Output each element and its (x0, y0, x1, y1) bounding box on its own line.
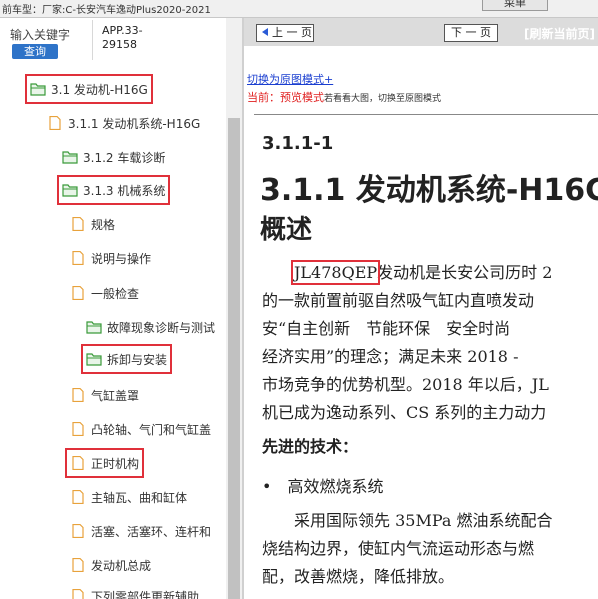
refresh-page-link[interactable]: [刷新当前页] (524, 25, 595, 42)
document-icon (72, 217, 84, 231)
tree-item-fault-diagnosis[interactable]: 故障现象诊断与测试 (86, 317, 215, 337)
current-mode-value: 预览模式 (280, 91, 324, 104)
tree-item-mechanical-system[interactable]: 3.1.3 机械系统 (56, 175, 171, 205)
document-icon (72, 558, 84, 572)
engine-code: JL478QEP (291, 260, 381, 285)
intro-line-4: 经济实用”的理念；满足未来 2018 - (262, 347, 519, 366)
tree-item-label: 气缸盖罩 (91, 388, 140, 403)
tree-item-onboard-diagnostics[interactable]: 3.1.2 车载诊断 (62, 147, 165, 167)
overview-heading: 概述 (260, 215, 313, 245)
document-icon (72, 251, 84, 265)
prev-page-label: 上 一 页 (272, 26, 312, 39)
app-code-line2: 29158 (102, 38, 137, 51)
combustion-paragraph: 采用国际领先 35MPa 燃油系统配合 烧结构边界，使缸内气流运动形态与燃 配，… (262, 507, 553, 591)
combustion-line-3: 配，改善燃烧，降低排放。 (262, 567, 455, 586)
switch-original-mode-link[interactable]: 切换为原图模式+ (247, 71, 333, 87)
folder-open-icon (30, 83, 46, 96)
intro-line-5: 市场竞争的优势机型。2018 年以后，JL (262, 375, 549, 394)
app-code: APP.33- 29158 (102, 24, 143, 52)
tree-item-label: 3.1 发动机-H16G (51, 82, 148, 97)
menu-button[interactable]: 菜单 (482, 0, 548, 11)
prev-page-button[interactable]: 上 一 页 (256, 24, 314, 42)
intro-line-1: JL478QEP发动机是长安公司历时 2 (262, 259, 552, 287)
intro-line-2: 的一款前置前驱自然吸气缸内直喷发动 (262, 291, 535, 310)
combustion-line-1: 采用国际领先 35MPa 燃油系统配合 (262, 511, 553, 530)
next-page-label: 下 一 页 (451, 26, 491, 39)
tree-scrollbar-thumb[interactable] (228, 118, 240, 599)
navigation-panel: 输入关键字 查询 APP.33- 29158 3.1 发动机-H16G 3.1.… (0, 18, 242, 599)
tree-item-description-operation[interactable]: 说明与操作 (70, 248, 151, 268)
document-icon (72, 524, 84, 538)
tree-item-label: 拆卸与安装 (107, 352, 168, 367)
intro-line-1-text: 发动机是长安公司历时 2 (377, 263, 553, 282)
intro-line-3: 安“自主创新 节能环保 安全时尚 (262, 319, 511, 338)
tree-item-camshaft-valves[interactable]: 凸轮轴、气门和气缸盖 (70, 419, 211, 439)
current-mode-prefix: 当前： (247, 91, 280, 104)
bullet-dot-icon: • (262, 477, 288, 496)
tree-item-label: 凸轮轴、气门和气缸盖 (91, 422, 212, 437)
tree-item-pistons-rods[interactable]: 活塞、活塞环、连杆和 (70, 521, 211, 541)
bullet-item: • 高效燃烧系统 (262, 473, 383, 497)
tree-item-label: 下列零部件更新辅助 (91, 589, 200, 599)
tree-item-label: 3.1.1 发动机系统-H16G (68, 116, 201, 131)
tree-item-label: 规格 (91, 217, 116, 232)
folder-open-icon (62, 151, 78, 164)
tree-item-engine-system[interactable]: 3.1.1 发动机系统-H16G (47, 113, 200, 133)
document-icon (72, 589, 84, 599)
app-code-line1: APP.33- (102, 24, 143, 37)
document-icon (72, 490, 84, 504)
document-icon (49, 116, 61, 130)
tree-item-engine-h16g[interactable]: 3.1 发动机-H16G (25, 74, 153, 104)
mode-note: 若看看大图，切换至原图模式 (324, 94, 442, 104)
tree-item-general-inspection[interactable]: 一般检查 (70, 283, 139, 303)
document-icon (72, 456, 84, 470)
document-icon (72, 286, 84, 300)
search-input[interactable]: 输入关键字 (10, 26, 70, 43)
manual-page: 3.1.1-1 3.1.1 发动机系统-H16G 概述 JL478QEP发动机是… (254, 114, 598, 599)
advanced-tech-heading: 先进的技术： (262, 437, 359, 456)
tree-item-label: 故障现象诊断与测试 (107, 320, 216, 335)
viewer-toolbar: 上 一 页 下 一 页 [刷新当前页] (244, 18, 598, 46)
search-divider (92, 20, 93, 60)
section-title: 3.1.1 发动机系统-H16G (260, 173, 598, 208)
tree-item-cylinder-head-cover[interactable]: 气缸盖罩 (70, 385, 139, 405)
tree-item-specifications[interactable]: 规格 (70, 214, 115, 234)
arrow-left-icon (262, 28, 268, 36)
folder-open-icon (62, 184, 78, 197)
folder-open-icon (86, 353, 102, 366)
combustion-line-2: 烧结构边界，使缸内气流运动形态与燃 (262, 539, 535, 558)
bullet-text: 高效燃烧系统 (287, 477, 384, 496)
search-button[interactable]: 查询 (12, 44, 58, 59)
tree-item-timing-mechanism[interactable]: 正时机构 (64, 448, 145, 478)
tree-item-label: 正时机构 (91, 456, 140, 471)
tree-item-engine-assembly[interactable]: 发动机总成 (70, 555, 151, 575)
tree-item-label: 说明与操作 (91, 251, 152, 266)
tree-item-label: 活塞、活塞环、连杆和 (91, 524, 212, 539)
tree-item-label: 一般检查 (91, 286, 140, 301)
intro-paragraph: JL478QEP发动机是长安公司历时 2 的一款前置前驱自然吸气缸内直喷发动 安… (262, 259, 552, 427)
tree-item-removal-installation[interactable]: 拆卸与安装 (80, 344, 173, 374)
tree-item-parts-replacement[interactable]: 下列零部件更新辅助 (70, 586, 199, 599)
tree-item-label: 3.1.3 机械系统 (83, 183, 166, 198)
folder-open-icon (86, 321, 102, 334)
intro-line-6: 机已成为逸动系列、CS 系列的主力动力 (262, 403, 547, 422)
tree-item-label: 发动机总成 (91, 558, 152, 573)
next-page-button[interactable]: 下 一 页 (444, 24, 498, 42)
section-code: 3.1.1-1 (262, 133, 334, 154)
document-icon (72, 422, 84, 436)
document-viewer: 上 一 页 下 一 页 [刷新当前页] 切换为原图模式+ 当前：预览模式若看看大… (244, 18, 598, 599)
title-bar: 前车型：厂家:C-长安汽车逸动Plus2020-2021 菜单 (0, 0, 598, 18)
tree-item-label: 主轴瓦、曲和缸体 (91, 490, 188, 505)
document-icon (72, 388, 84, 402)
current-mode-row: 当前：预览模式若看看大图，切换至原图模式 (247, 89, 441, 105)
tree-item-main-bearings[interactable]: 主轴瓦、曲和缸体 (70, 487, 187, 507)
tree-item-label: 3.1.2 车载诊断 (83, 150, 166, 165)
vehicle-model-title: 前车型：厂家:C-长安汽车逸动Plus2020-2021 (2, 5, 211, 16)
